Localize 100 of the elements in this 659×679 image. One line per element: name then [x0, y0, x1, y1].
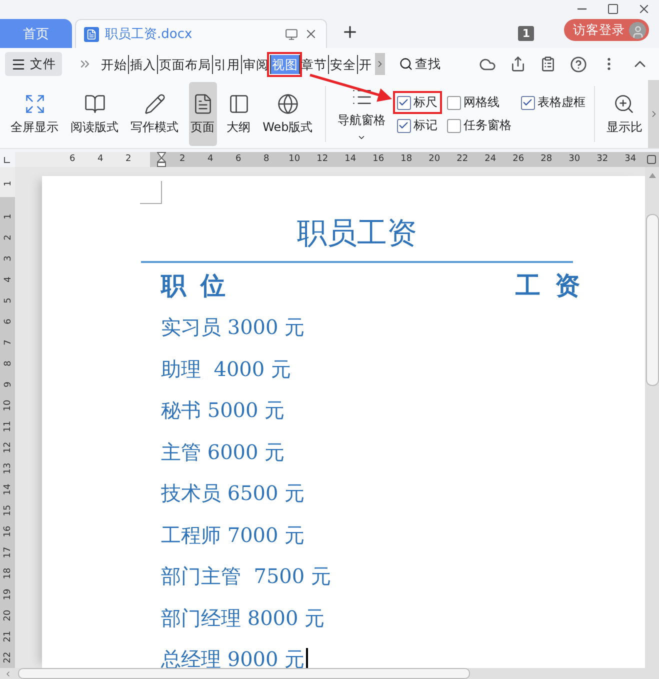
- indent-marker-icon[interactable]: [156, 152, 166, 167]
- option-checkbox[interactable]: 任务窗格: [444, 116, 514, 135]
- salary-line: 主管 6000 元: [161, 438, 285, 466]
- ruler-number: 18: [400, 153, 414, 166]
- ruler-number: 34: [624, 153, 638, 166]
- zoom-button[interactable]: 显示比: [604, 82, 644, 146]
- ruler-number: 30: [568, 153, 582, 166]
- option-checkbox[interactable]: 表格虚框: [518, 93, 588, 112]
- document-icon: [84, 26, 99, 42]
- avatar-icon: [629, 22, 646, 38]
- check-icon: [398, 120, 410, 131]
- ruler-number: 5: [2, 298, 14, 304]
- option-checkbox[interactable]: 网格线: [444, 93, 514, 112]
- ruler-number: 6: [234, 153, 242, 166]
- document-tab[interactable]: 职员工资.docx: [75, 19, 327, 48]
- salary-line: 秘书 5000 元: [161, 397, 285, 424]
- view-mode-button[interactable]: 写作模式: [128, 82, 181, 146]
- ruler-number: 3: [2, 256, 14, 262]
- share-icon[interactable]: [510, 56, 526, 72]
- salary-line: 实习员 3000 元: [161, 314, 305, 341]
- option-checkbox[interactable]: 标尺: [394, 93, 440, 112]
- ruler-number: 9: [2, 382, 14, 388]
- ruler-number: 16: [2, 526, 14, 538]
- ruler-number: 18: [2, 568, 14, 580]
- ruler-number: 32: [596, 153, 610, 166]
- ruler-number: 4: [96, 153, 104, 166]
- button-label: 导航窗格: [338, 112, 386, 129]
- check-icon: [398, 97, 410, 108]
- file-menu-button[interactable]: 文件: [5, 52, 62, 76]
- window-count[interactable]: 1: [518, 26, 534, 41]
- new-tab-icon[interactable]: [341, 23, 359, 41]
- view-mode-button[interactable]: 阅读版式: [68, 82, 121, 146]
- ruler-number: 13: [2, 462, 14, 474]
- ruler-number: 14: [344, 153, 358, 166]
- login-button[interactable]: 访客登录: [564, 19, 649, 41]
- view-mode-button[interactable]: 全屏显示: [8, 82, 61, 146]
- scroll-thumb[interactable]: [646, 214, 658, 386]
- scroll-left-icon[interactable]: [4, 670, 12, 678]
- ruler-number: 11: [2, 420, 14, 432]
- menu-tab[interactable]: 插入: [128, 54, 157, 74]
- menu-tab[interactable]: 引用: [212, 54, 241, 74]
- menu-tab[interactable]: 开始: [100, 54, 128, 74]
- view-mode-button[interactable]: 页面: [188, 82, 217, 146]
- menu-tab[interactable]: 安全: [328, 54, 357, 74]
- ruler-number: 17: [2, 546, 14, 558]
- ruler-number: 10: [288, 153, 302, 166]
- ruler-number: 7: [2, 340, 14, 346]
- ruler-number: 16: [372, 153, 386, 166]
- ruler-toggle-icon[interactable]: [647, 155, 656, 164]
- menu-icon: [11, 56, 26, 72]
- ruler-number: 22: [456, 153, 470, 166]
- ruler-number: 20: [2, 610, 14, 622]
- monitor-icon[interactable]: [285, 28, 298, 40]
- ruler-number: 15: [2, 504, 14, 516]
- horizontal-scrollbar[interactable]: [0, 668, 659, 679]
- ruler-number: 19: [2, 588, 14, 600]
- clipboard-icon[interactable]: [540, 56, 556, 72]
- document-title: 职员工资: [296, 215, 418, 253]
- salary-line: 助理 4000 元: [161, 356, 291, 382]
- ruler-number: 8: [262, 153, 270, 166]
- check-icon: [522, 97, 534, 108]
- ruler-number: 26: [512, 153, 526, 166]
- ruler-number: 4: [206, 153, 214, 166]
- vertical-scrollbar[interactable]: [645, 167, 659, 668]
- ruler-number: 22: [2, 652, 14, 664]
- tab-title: 职员工资.docx: [105, 26, 192, 43]
- salary-line: 部门经理 8000 元: [161, 604, 325, 632]
- scroll-tabs-button[interactable]: [375, 53, 385, 75]
- close-icon[interactable]: [637, 2, 651, 16]
- close-icon[interactable]: [304, 27, 318, 41]
- ruler-number: 2: [124, 153, 132, 166]
- ruler-number: 12: [2, 442, 14, 454]
- option-checkbox[interactable]: 标记: [394, 116, 440, 135]
- ruler-number: 8: [2, 360, 14, 366]
- ruler-number: 6: [2, 318, 14, 324]
- view-mode-button[interactable]: Web版式: [260, 82, 315, 146]
- ruler-number: 14: [2, 484, 14, 496]
- column-heading: 职 位: [161, 271, 229, 301]
- outline-icon: [228, 92, 250, 114]
- zoom-icon: [613, 92, 636, 114]
- pencil-icon: [144, 92, 166, 114]
- ruler-number: 2: [178, 153, 186, 166]
- ruler-number: 28: [540, 153, 554, 166]
- salary-line: 技术员 6500 元: [161, 480, 305, 507]
- expand-icon: [24, 92, 46, 114]
- book-icon: [84, 92, 106, 114]
- menu-tab[interactable]: 页面布局: [157, 54, 212, 74]
- ruler-number: 1: [2, 180, 14, 186]
- ruler-number: 2: [2, 234, 14, 240]
- scroll-thumb[interactable]: [18, 668, 470, 679]
- menu-tab[interactable]: 开: [357, 54, 373, 74]
- column-heading: 工 资: [515, 271, 583, 301]
- ruler-number: 10: [2, 400, 14, 412]
- navigation-pane-button[interactable]: 导航窗格: [336, 82, 388, 146]
- maximize-icon[interactable]: [607, 3, 619, 15]
- view-mode-button[interactable]: 大纲: [224, 82, 253, 146]
- caret-icon: [357, 133, 366, 142]
- search-button[interactable]: 查找: [399, 56, 441, 72]
- help-icon[interactable]: [570, 56, 587, 72]
- tab-stop-icon[interactable]: [4, 156, 10, 162]
